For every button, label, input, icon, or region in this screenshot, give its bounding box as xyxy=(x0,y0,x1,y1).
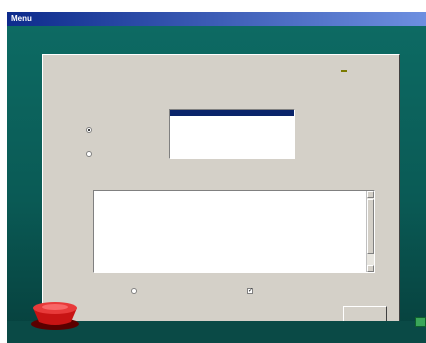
log-scrollbar[interactable] xyxy=(366,191,374,272)
status-indicator-icon[interactable] xyxy=(415,317,426,327)
option-left-radio[interactable] xyxy=(131,288,137,294)
window-title: Menu xyxy=(11,14,32,23)
settings-panel xyxy=(42,54,400,329)
scroll-down-button[interactable] xyxy=(367,265,374,272)
option-right-checkbox[interactable] xyxy=(247,287,253,295)
scroll-thumb[interactable] xyxy=(367,199,374,254)
options-listbox[interactable] xyxy=(169,109,295,159)
log-listbox[interactable] xyxy=(93,190,375,273)
scroll-up-button[interactable] xyxy=(367,191,374,198)
window-titlebar[interactable]: Menu xyxy=(7,12,426,26)
radio-selected[interactable] xyxy=(86,127,92,133)
close-button[interactable] xyxy=(343,306,387,322)
radio-other[interactable] xyxy=(86,151,92,157)
list-item[interactable] xyxy=(170,128,294,134)
red-device-icon xyxy=(31,302,79,330)
tooltip xyxy=(341,70,347,72)
